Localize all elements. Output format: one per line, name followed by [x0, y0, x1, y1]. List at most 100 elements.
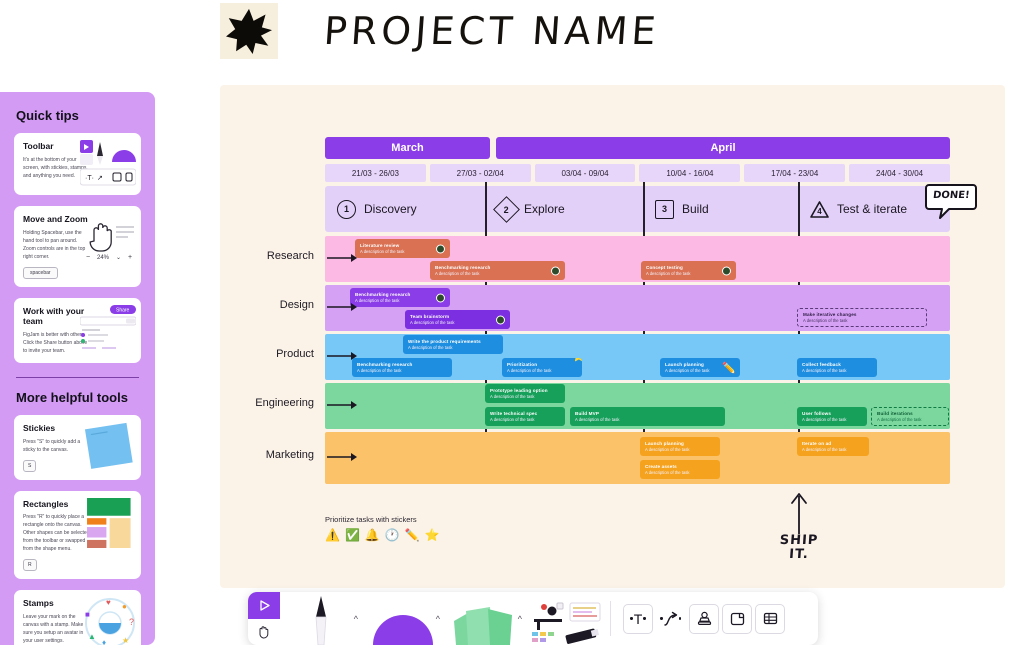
svg-text:·T·: ·T·: [85, 175, 94, 182]
tool-card-rectangles[interactable]: Rectangles Press "R" to quickly place a …: [14, 490, 141, 580]
week-cell[interactable]: 10/04 - 16/04: [639, 164, 741, 182]
phase-build[interactable]: 3 Build: [643, 182, 798, 482]
toolbar-divider: [610, 601, 611, 636]
done-label: DONE!: [932, 190, 971, 201]
template-tool[interactable]: [722, 603, 752, 634]
chevron-up-icon[interactable]: ^: [436, 614, 440, 624]
svg-text:■: ■: [85, 610, 90, 619]
pen-tool[interactable]: ^: [280, 592, 362, 645]
hand-icon[interactable]: [248, 619, 280, 645]
chevron-up-icon[interactable]: ^: [518, 614, 522, 624]
task-card[interactable]: Benchmarking research A description of t…: [352, 358, 452, 377]
phase-label: Test & iterate: [837, 202, 908, 216]
avatar[interactable]: [496, 315, 505, 324]
task-desc: A description of the task: [435, 270, 480, 276]
week-cell[interactable]: 27/03 - 02/04: [429, 164, 531, 182]
lane-arrow-icon: [327, 303, 357, 311]
star-sticker-icon[interactable]: ⭐: [425, 528, 440, 542]
text-tool-glyph: T: [633, 610, 643, 627]
svg-text:♥: ♥: [106, 598, 111, 607]
quick-tips-heading: Quick tips: [16, 108, 79, 123]
svg-text:−: −: [86, 254, 90, 261]
tool-card-stamps[interactable]: Stamps Leave your mark on the canvas wit…: [14, 590, 141, 645]
task-card[interactable]: Prototype leading option A description o…: [485, 384, 565, 403]
task-card[interactable]: Create assets A description of the task: [640, 460, 720, 479]
phase-discovery[interactable]: 1 Discovery: [325, 186, 485, 232]
task-desc: A description of the task: [507, 367, 552, 373]
timeline-phase-row: 1 Discovery 2 Explore 3 Build 4 Test & i…: [325, 182, 977, 482]
task-desc: A description of the task: [490, 393, 535, 399]
task-desc: A description of the task: [355, 297, 400, 303]
tip-card-work-with-team[interactable]: Work with your team FigJam is better wit…: [14, 297, 141, 363]
svg-text:♦: ♦: [102, 638, 106, 645]
connector-tool[interactable]: [656, 603, 686, 634]
task-card[interactable]: Write the product requirements A descrip…: [403, 335, 503, 354]
stamp-wheel-preview-icon: ♥ ● ? ★ ♦ ▲ ■: [85, 598, 135, 645]
chevron-up-icon[interactable]: ^: [354, 614, 358, 624]
pencil-sticker-icon[interactable]: ✏️: [405, 528, 420, 542]
warning-sticker-icon[interactable]: ⚠️: [325, 528, 340, 542]
sticker-palette: ⚠️ ✅ 🔔 🕐 ✏️ ⭐: [325, 528, 440, 542]
done-badge[interactable]: DONE!: [925, 182, 977, 225]
phase-number-icon: 3: [655, 199, 674, 219]
task-card[interactable]: Build MVP A description of the task: [570, 407, 725, 426]
bell-sticker-icon[interactable]: 🔔: [365, 528, 380, 542]
task-card[interactable]: Launch planning A description of the tas…: [660, 358, 740, 377]
task-card[interactable]: Team brainstorm A description of the tas…: [405, 310, 510, 329]
tip-card-move-and-zoom[interactable]: Move and Zoom Holding Spacebar, use the …: [14, 206, 141, 287]
page-title[interactable]: PROJECT NAME: [322, 9, 661, 53]
month-cell[interactable]: April: [496, 137, 950, 159]
month-cell[interactable]: March: [325, 137, 490, 159]
week-cell[interactable]: 21/03 - 26/03: [325, 164, 426, 182]
week-cell[interactable]: 17/04 - 23/04: [744, 164, 846, 182]
task-card[interactable]: Literature review A description of the t…: [355, 239, 450, 258]
task-card[interactable]: Prioritization A description of the task…: [502, 358, 582, 377]
week-cell[interactable]: 24/04 - 30/04: [849, 164, 950, 182]
task-card[interactable]: Write technical spec A description of th…: [485, 407, 565, 426]
checkbox-sticker-icon[interactable]: ✅: [345, 528, 360, 542]
task-card-placeholder[interactable]: Build iterations A description of the ta…: [871, 407, 949, 426]
tool-card-stickies[interactable]: Stickies Press "S" to quickly add a stic…: [14, 414, 141, 480]
table-tool[interactable]: [755, 603, 785, 634]
task-card[interactable]: User follows A description of the task: [797, 407, 867, 426]
text-tool[interactable]: T: [623, 603, 653, 634]
connector-arrow-icon: [663, 611, 677, 626]
task-card-placeholder[interactable]: Make iterative changes A description of …: [797, 308, 927, 327]
avatar[interactable]: [436, 293, 445, 302]
task-card[interactable]: Iterate on ad A description of the task: [797, 437, 869, 456]
task-card[interactable]: Collect feedback A description of the ta…: [797, 358, 877, 377]
task-desc: A description of the task: [802, 367, 847, 373]
task-desc: A description of the task: [575, 416, 620, 422]
clock-sticker-icon[interactable]: 🕐: [385, 528, 400, 542]
project-header: PROJECT NAME: [220, 0, 661, 62]
tip-key-spacebar: spacebar: [23, 266, 58, 279]
avatar[interactable]: [436, 244, 445, 253]
shape-icon: [373, 615, 433, 645]
project-timeline-board: March April 21/03 - 26/03 27/03 - 02/04 …: [255, 137, 977, 484]
pencil-sticker-icon[interactable]: ✏️: [722, 362, 736, 375]
tip-card-toolbar[interactable]: Toolbar It's at the bottom of your scree…: [14, 133, 141, 195]
stamp-tool[interactable]: [689, 603, 719, 634]
lane-task-area: Benchmarking research A description of t…: [325, 285, 950, 331]
task-card[interactable]: Benchmarking research A description of t…: [350, 288, 450, 307]
svg-text:▲: ▲: [88, 632, 96, 641]
cursor-icon[interactable]: [248, 592, 280, 619]
task-card[interactable]: Launch planning A description of the tas…: [640, 437, 720, 456]
sticky-note-tool[interactable]: ^: [444, 592, 526, 645]
phase-number-icon: 2: [493, 195, 520, 223]
svg-text:24%: 24%: [97, 255, 110, 261]
phase-explore[interactable]: 2 Explore: [485, 182, 643, 482]
task-card[interactable]: Concept testing A description of the tas…: [641, 261, 736, 280]
week-cell[interactable]: 03/04 - 09/04: [534, 164, 636, 182]
task-card[interactable]: Benchmarking research A description of t…: [430, 261, 565, 280]
svg-text:●: ●: [122, 602, 127, 611]
sticky-note-icon: [454, 607, 512, 645]
star-sticker-icon[interactable]: ⭐: [572, 358, 582, 363]
lane-research: Literature review A description of the t…: [267, 236, 950, 282]
widgets-tool[interactable]: [526, 592, 604, 645]
avatar[interactable]: [722, 266, 731, 275]
shape-tool[interactable]: ^: [362, 592, 444, 645]
avatar[interactable]: [551, 266, 560, 275]
lane-engineering: Prototype leading option A description o…: [255, 383, 950, 429]
lane-task-area: Prototype leading option A description o…: [325, 383, 950, 429]
